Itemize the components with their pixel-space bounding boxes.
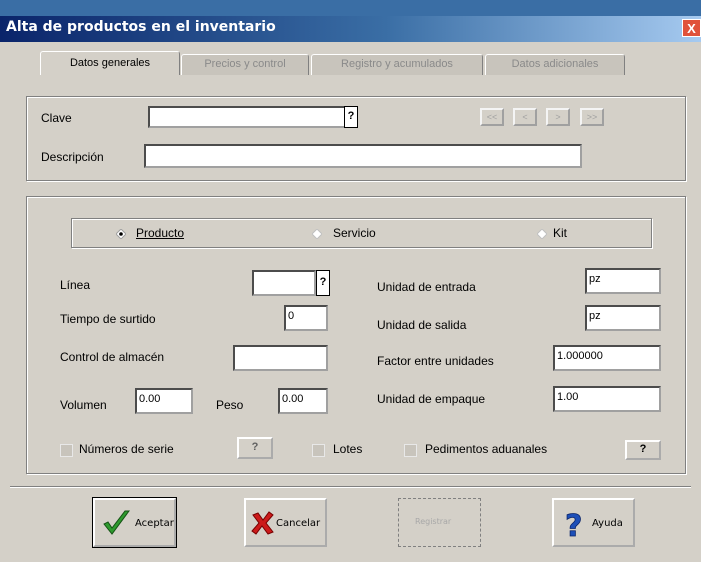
aceptar-button[interactable]: Aceptar (92, 497, 177, 548)
control-input[interactable] (233, 345, 328, 371)
pedimentos-checkbox[interactable] (404, 444, 417, 457)
control-label: Control de almacén (60, 350, 165, 364)
cancelar-label: Cancelar (276, 518, 321, 529)
ayuda-label: Ayuda (592, 518, 623, 529)
unidad-entrada-label: Unidad de entrada (377, 280, 476, 294)
tiempo-input[interactable]: 0 (284, 305, 328, 331)
tab-datos-adicionales[interactable]: Datos adicionales (485, 54, 625, 75)
linea-input[interactable] (252, 270, 316, 296)
nav-first-button[interactable]: << (480, 108, 504, 126)
servicio-label: Servicio (333, 226, 376, 240)
radio-kit[interactable] (536, 228, 548, 242)
factor-label: Factor entre unidades (377, 354, 494, 368)
empaque-input[interactable]: 1.00 (553, 386, 661, 412)
descripcion-label: Descripción (41, 150, 104, 164)
radio-producto[interactable] (115, 228, 127, 242)
series-config-button[interactable]: ? (237, 437, 273, 459)
tiempo-label: Tiempo de surtido (60, 312, 156, 326)
footer-separator (10, 486, 691, 488)
tab-datos-generales[interactable]: Datos generales (40, 51, 180, 75)
peso-label: Peso (216, 398, 244, 412)
unidad-salida-label: Unidad de salida (377, 318, 467, 332)
unidad-entrada-input[interactable]: pz (585, 268, 661, 294)
unidad-salida-input[interactable]: pz (585, 305, 661, 331)
radio-unselected-icon (311, 228, 323, 240)
radio-selected-icon (115, 228, 127, 240)
nav-prev-button[interactable]: < (513, 108, 537, 126)
producto-label: Producto (136, 226, 185, 240)
tab-precios-control[interactable]: Precios y control (181, 54, 309, 75)
factor-input[interactable]: 1.000000 (553, 345, 661, 371)
title-bar: Alta de productos en el inventario X (0, 16, 701, 42)
cancel-x-icon (251, 511, 274, 535)
cancelar-button[interactable]: Cancelar (244, 498, 327, 547)
nav-next-button[interactable]: > (546, 108, 570, 126)
tab-registro-acumulados[interactable]: Registro y acumulados (311, 54, 483, 75)
descripcion-input[interactable] (144, 144, 582, 168)
ayuda-button[interactable]: ? Ayuda (552, 498, 635, 547)
kit-label: Kit (553, 226, 568, 240)
clave-label: Clave (41, 111, 72, 125)
aceptar-label: Aceptar (135, 518, 174, 529)
volumen-input[interactable]: 0.00 (135, 388, 193, 414)
svg-text:?: ? (565, 509, 582, 540)
checkmark-icon (103, 510, 130, 535)
linea-lookup-button[interactable]: ? (316, 270, 330, 296)
pedimentos-label: Pedimentos aduanales (425, 442, 548, 456)
empaque-label: Unidad de empaque (377, 392, 486, 406)
radio-servicio[interactable] (311, 228, 323, 242)
disabled-button: Registrar (398, 498, 481, 547)
disabled-label: Registrar (415, 517, 452, 526)
close-button[interactable]: X (682, 19, 701, 37)
help-question-icon: ? (565, 509, 583, 540)
radio-unselected-icon (536, 228, 548, 240)
lotes-checkbox[interactable] (312, 444, 325, 457)
nav-last-button[interactable]: >> (580, 108, 604, 126)
peso-input[interactable]: 0.00 (278, 388, 328, 414)
window-title: Alta de productos en el inventario (6, 19, 276, 35)
pedimentos-config-button[interactable]: ? (625, 440, 661, 460)
linea-label: Línea (60, 278, 91, 292)
lotes-label: Lotes (333, 442, 363, 456)
series-checkbox[interactable] (60, 444, 73, 457)
clave-lookup-button[interactable]: ? (344, 106, 358, 128)
series-label: Números de serie (79, 442, 174, 456)
clave-input[interactable] (148, 106, 346, 128)
desktop-strip (0, 0, 701, 16)
volumen-label: Volumen (60, 398, 107, 412)
